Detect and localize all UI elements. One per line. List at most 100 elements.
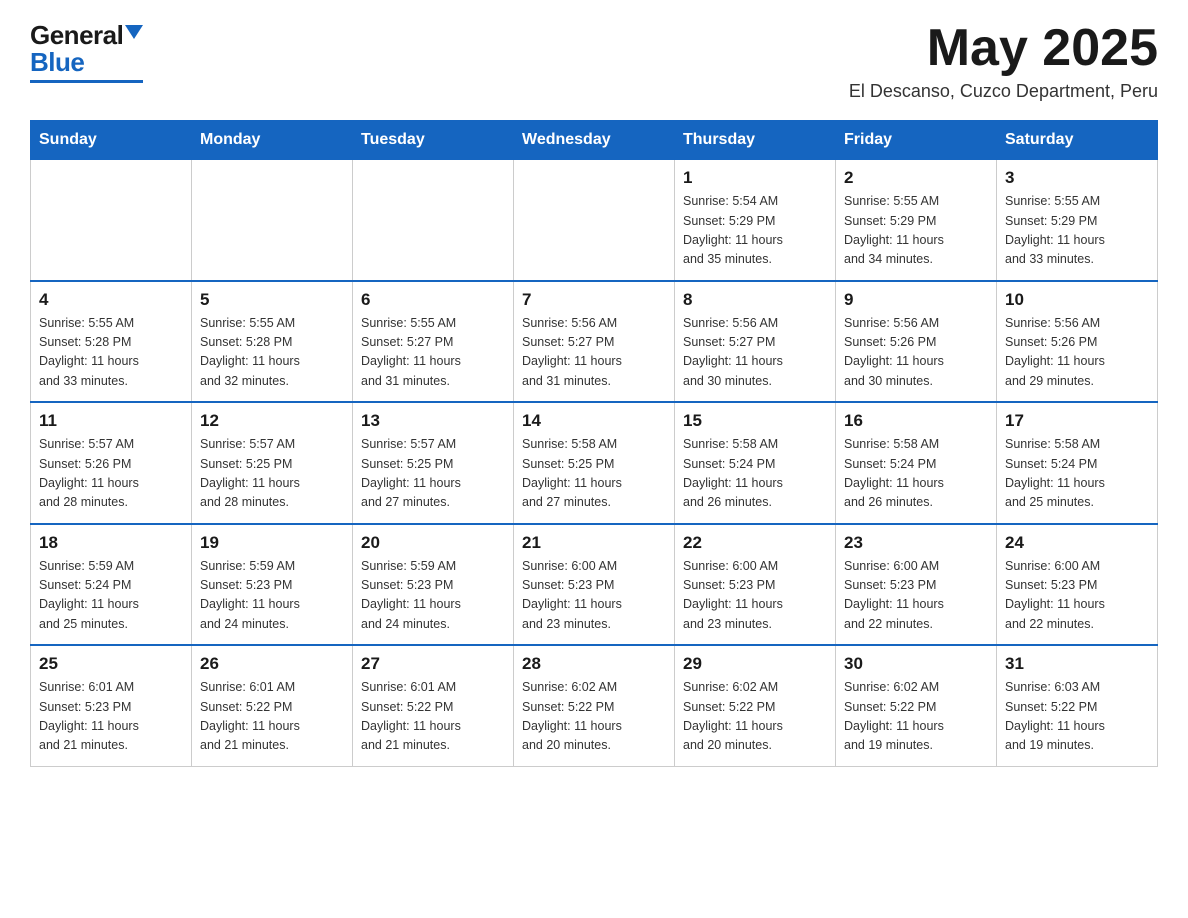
calendar-day-cell: 18 Sunrise: 5:59 AMSunset: 5:24 PMDayligh… xyxy=(31,524,192,646)
calendar-week-row: 25 Sunrise: 6:01 AMSunset: 5:23 PMDayligh… xyxy=(31,645,1158,766)
day-number: 12 xyxy=(200,411,344,431)
day-info: Sunrise: 5:59 AMSunset: 5:24 PMDaylight:… xyxy=(39,557,183,635)
day-number: 14 xyxy=(522,411,666,431)
day-info: Sunrise: 6:02 AMSunset: 5:22 PMDaylight:… xyxy=(844,678,988,756)
page-header: General Blue May 2025 El Descanso, Cuzco… xyxy=(30,20,1158,102)
calendar-day-cell: 3 Sunrise: 5:55 AMSunset: 5:29 PMDaylight… xyxy=(997,160,1158,281)
day-info: Sunrise: 6:00 AMSunset: 5:23 PMDaylight:… xyxy=(1005,557,1149,635)
day-info: Sunrise: 5:57 AMSunset: 5:26 PMDaylight:… xyxy=(39,435,183,513)
day-number: 24 xyxy=(1005,533,1149,553)
calendar-day-cell: 16 Sunrise: 5:58 AMSunset: 5:24 PMDayligh… xyxy=(836,402,997,524)
day-info: Sunrise: 5:57 AMSunset: 5:25 PMDaylight:… xyxy=(361,435,505,513)
day-info: Sunrise: 6:01 AMSunset: 5:22 PMDaylight:… xyxy=(361,678,505,756)
day-number: 28 xyxy=(522,654,666,674)
calendar-day-cell: 15 Sunrise: 5:58 AMSunset: 5:24 PMDayligh… xyxy=(675,402,836,524)
calendar-table: SundayMondayTuesdayWednesdayThursdayFrid… xyxy=(30,120,1158,767)
calendar-day-cell: 26 Sunrise: 6:01 AMSunset: 5:22 PMDayligh… xyxy=(192,645,353,766)
day-of-week-header: Thursday xyxy=(675,121,836,160)
day-info: Sunrise: 6:01 AMSunset: 5:22 PMDaylight:… xyxy=(200,678,344,756)
calendar-day-cell: 9Sunrise: 5:56 AMSunset: 5:26 PMDaylight… xyxy=(836,281,997,403)
day-info: Sunrise: 5:58 AMSunset: 5:25 PMDaylight:… xyxy=(522,435,666,513)
calendar-day-cell: 27 Sunrise: 6:01 AMSunset: 5:22 PMDayligh… xyxy=(353,645,514,766)
day-number: 16 xyxy=(844,411,988,431)
logo: General Blue xyxy=(30,20,143,83)
day-of-week-header: Saturday xyxy=(997,121,1158,160)
calendar-day-cell: 7Sunrise: 5:56 AMSunset: 5:27 PMDaylight… xyxy=(514,281,675,403)
calendar-day-cell xyxy=(514,160,675,281)
day-number: 18 xyxy=(39,533,183,553)
calendar-day-cell: 17Sunrise: 5:58 AMSunset: 5:24 PMDayligh… xyxy=(997,402,1158,524)
day-number: 30 xyxy=(844,654,988,674)
calendar-day-cell: 20 Sunrise: 5:59 AMSunset: 5:23 PMDayligh… xyxy=(353,524,514,646)
day-number: 1 xyxy=(683,168,827,188)
day-number: 15 xyxy=(683,411,827,431)
calendar-day-cell: 23Sunrise: 6:00 AMSunset: 5:23 PMDayligh… xyxy=(836,524,997,646)
title-area: May 2025 El Descanso, Cuzco Department, … xyxy=(849,20,1158,102)
calendar-day-cell xyxy=(353,160,514,281)
calendar-header: SundayMondayTuesdayWednesdayThursdayFrid… xyxy=(31,121,1158,160)
day-number: 31 xyxy=(1005,654,1149,674)
calendar-day-cell: 31 Sunrise: 6:03 AMSunset: 5:22 PMDayligh… xyxy=(997,645,1158,766)
day-number: 13 xyxy=(361,411,505,431)
calendar-day-cell: 5Sunrise: 5:55 AMSunset: 5:28 PMDaylight… xyxy=(192,281,353,403)
day-of-week-header: Wednesday xyxy=(514,121,675,160)
calendar-day-cell: 21 Sunrise: 6:00 AMSunset: 5:23 PMDayligh… xyxy=(514,524,675,646)
day-number: 2 xyxy=(844,168,988,188)
calendar-day-cell: 19Sunrise: 5:59 AMSunset: 5:23 PMDayligh… xyxy=(192,524,353,646)
day-number: 22 xyxy=(683,533,827,553)
day-number: 26 xyxy=(200,654,344,674)
day-info: Sunrise: 5:58 AMSunset: 5:24 PMDaylight:… xyxy=(844,435,988,513)
day-of-week-header: Tuesday xyxy=(353,121,514,160)
day-info: Sunrise: 6:00 AMSunset: 5:23 PMDaylight:… xyxy=(683,557,827,635)
calendar-day-cell: 11 Sunrise: 5:57 AMSunset: 5:26 PMDayligh… xyxy=(31,402,192,524)
day-number: 17 xyxy=(1005,411,1149,431)
day-number: 10 xyxy=(1005,290,1149,310)
day-info: Sunrise: 5:54 AMSunset: 5:29 PMDaylight:… xyxy=(683,192,827,270)
day-info: Sunrise: 5:57 AMSunset: 5:25 PMDaylight:… xyxy=(200,435,344,513)
calendar-day-cell: 22 Sunrise: 6:00 AMSunset: 5:23 PMDayligh… xyxy=(675,524,836,646)
day-info: Sunrise: 5:56 AMSunset: 5:27 PMDaylight:… xyxy=(522,314,666,392)
calendar-day-cell: 13 Sunrise: 5:57 AMSunset: 5:25 PMDayligh… xyxy=(353,402,514,524)
day-of-week-header: Monday xyxy=(192,121,353,160)
calendar-week-row: 4Sunrise: 5:55 AMSunset: 5:28 PMDaylight… xyxy=(31,281,1158,403)
logo-blue-text: Blue xyxy=(30,47,84,78)
day-info: Sunrise: 5:59 AMSunset: 5:23 PMDaylight:… xyxy=(200,557,344,635)
day-info: Sunrise: 5:58 AMSunset: 5:24 PMDaylight:… xyxy=(683,435,827,513)
logo-underline xyxy=(30,80,143,83)
day-number: 29 xyxy=(683,654,827,674)
day-info: Sunrise: 5:55 AMSunset: 5:28 PMDaylight:… xyxy=(200,314,344,392)
day-info: Sunrise: 5:55 AMSunset: 5:29 PMDaylight:… xyxy=(1005,192,1149,270)
day-info: Sunrise: 6:01 AMSunset: 5:23 PMDaylight:… xyxy=(39,678,183,756)
calendar-day-cell: 12 Sunrise: 5:57 AMSunset: 5:25 PMDayligh… xyxy=(192,402,353,524)
day-info: Sunrise: 6:02 AMSunset: 5:22 PMDaylight:… xyxy=(522,678,666,756)
calendar-day-cell: 8 Sunrise: 5:56 AMSunset: 5:27 PMDaylight… xyxy=(675,281,836,403)
day-info: Sunrise: 6:00 AMSunset: 5:23 PMDaylight:… xyxy=(522,557,666,635)
day-info: Sunrise: 5:55 AMSunset: 5:27 PMDaylight:… xyxy=(361,314,505,392)
day-number: 3 xyxy=(1005,168,1149,188)
calendar-day-cell xyxy=(31,160,192,281)
day-number: 6 xyxy=(361,290,505,310)
calendar-day-cell: 29Sunrise: 6:02 AMSunset: 5:22 PMDayligh… xyxy=(675,645,836,766)
calendar-day-cell: 10Sunrise: 5:56 AMSunset: 5:26 PMDayligh… xyxy=(997,281,1158,403)
calendar-day-cell: 2 Sunrise: 5:55 AMSunset: 5:29 PMDaylight… xyxy=(836,160,997,281)
calendar-day-cell: 24 Sunrise: 6:00 AMSunset: 5:23 PMDayligh… xyxy=(997,524,1158,646)
day-number: 27 xyxy=(361,654,505,674)
day-info: Sunrise: 5:55 AMSunset: 5:29 PMDaylight:… xyxy=(844,192,988,270)
calendar-day-cell: 1 Sunrise: 5:54 AMSunset: 5:29 PMDaylight… xyxy=(675,160,836,281)
day-info: Sunrise: 5:59 AMSunset: 5:23 PMDaylight:… xyxy=(361,557,505,635)
day-info: Sunrise: 6:03 AMSunset: 5:22 PMDaylight:… xyxy=(1005,678,1149,756)
calendar-week-row: 1 Sunrise: 5:54 AMSunset: 5:29 PMDaylight… xyxy=(31,160,1158,281)
calendar-day-cell: 6 Sunrise: 5:55 AMSunset: 5:27 PMDaylight… xyxy=(353,281,514,403)
day-info: Sunrise: 5:56 AMSunset: 5:27 PMDaylight:… xyxy=(683,314,827,392)
day-number: 23 xyxy=(844,533,988,553)
day-number: 20 xyxy=(361,533,505,553)
day-of-week-header: Friday xyxy=(836,121,997,160)
calendar-body: 1 Sunrise: 5:54 AMSunset: 5:29 PMDaylight… xyxy=(31,160,1158,767)
day-info: Sunrise: 5:56 AMSunset: 5:26 PMDaylight:… xyxy=(844,314,988,392)
header-row: SundayMondayTuesdayWednesdayThursdayFrid… xyxy=(31,121,1158,160)
calendar-day-cell: 30 Sunrise: 6:02 AMSunset: 5:22 PMDayligh… xyxy=(836,645,997,766)
day-number: 21 xyxy=(522,533,666,553)
day-number: 8 xyxy=(683,290,827,310)
day-number: 25 xyxy=(39,654,183,674)
day-number: 11 xyxy=(39,411,183,431)
